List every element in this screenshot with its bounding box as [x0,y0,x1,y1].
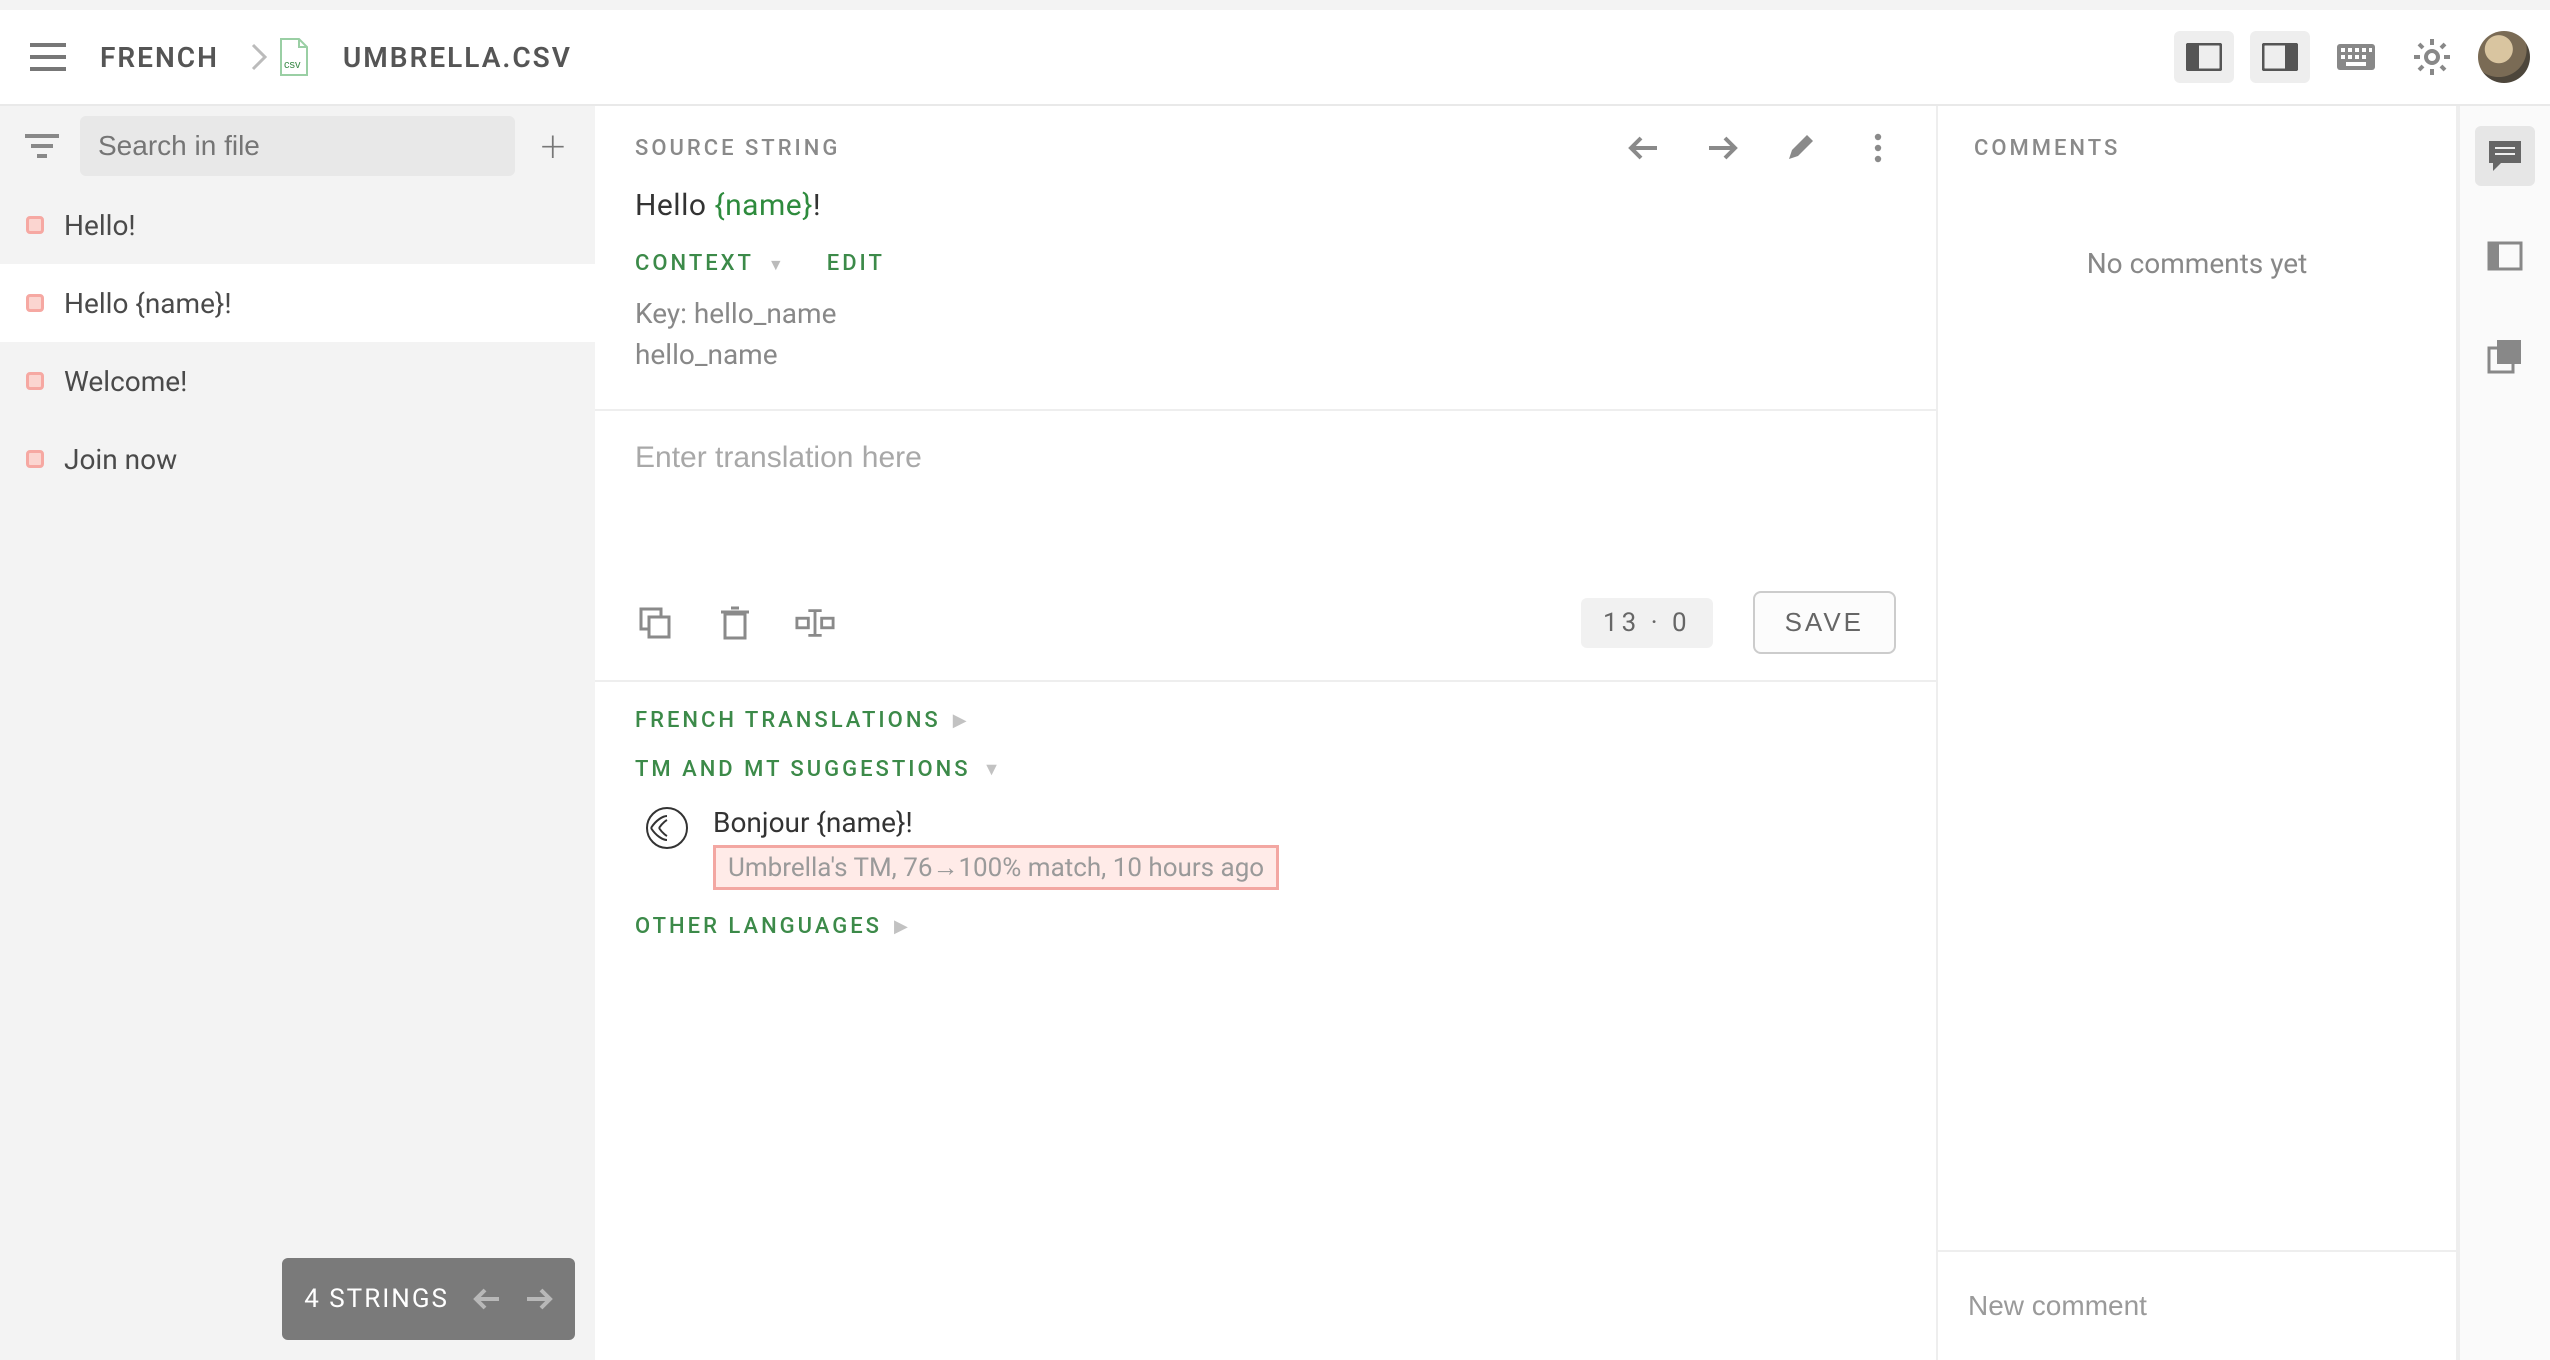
prev-string-icon[interactable] [1626,130,1662,166]
top-bar: FRENCH csv UMBRELLA.CSV [0,0,2550,106]
source-suffix: ! [813,188,821,223]
filter-icon[interactable] [20,124,64,168]
add-string-icon[interactable]: + [531,124,575,168]
hamburger-menu-icon[interactable] [20,29,76,85]
caret-down-icon: ▼ [983,759,1004,780]
breadcrumb-file[interactable]: UMBRELLA.CSV [343,41,572,74]
char-limit: 0 [1672,608,1691,638]
edit-context-link[interactable]: EDIT [827,251,885,276]
right-rail [2458,106,2550,1360]
gear-icon[interactable] [2402,31,2462,83]
other-languages-section[interactable]: OTHER LANGUAGES ▶ [635,914,1896,939]
layout-right-panel-icon[interactable] [2250,31,2310,83]
string-item-text: Join now [64,443,177,476]
sidebar-footer: 4 STRINGS [282,1258,575,1340]
source-prefix: Hello [635,188,714,223]
char-count: 13 [1603,608,1640,638]
comments-panel: COMMENTS No comments yet [1938,106,2458,1360]
string-list: Hello! Hello {name}! Welcome! Join now [0,186,595,1360]
section-label: OTHER LANGUAGES [635,914,882,939]
comments-empty-text: No comments yet [1938,177,2456,1250]
string-item-text: Hello {name}! [64,287,232,320]
string-count-label: 4 STRINGS [304,1284,449,1314]
char-sep: · [1651,608,1662,638]
tm-suggestions-section[interactable]: TM AND MT SUGGESTIONS ▼ [635,757,1896,782]
string-sidebar: + Hello! Hello {name}! Welcome! Join now… [0,106,595,1360]
search-input-wrapper[interactable] [80,116,515,176]
status-dot-icon [26,294,44,312]
string-item[interactable]: Welcome! [0,342,595,420]
context-key-line: Key: hello_name [635,294,1896,335]
char-count-badge: 13 · 0 [1581,598,1713,648]
search-input[interactable] [98,130,497,162]
french-translations-section[interactable]: FRENCH TRANSLATIONS ▶ [635,708,1896,733]
string-item-text: Welcome! [64,365,187,398]
copy-source-icon[interactable] [635,603,675,643]
trash-icon[interactable] [715,603,755,643]
caret-right-icon: ▶ [894,916,911,937]
context-value-line: hello_name [635,335,1896,376]
user-avatar[interactable] [2478,31,2530,83]
comments-heading: COMMENTS [1938,106,2456,177]
status-dot-icon [26,372,44,390]
section-label: TM AND MT SUGGESTIONS [635,757,971,782]
keyboard-icon[interactable] [2326,31,2386,83]
layout-left-panel-icon[interactable] [2174,31,2234,83]
string-item[interactable]: Join now [0,420,595,498]
new-comment-input[interactable] [1968,1290,2426,1322]
prev-page-icon[interactable] [473,1287,501,1311]
string-item[interactable]: Hello! [0,186,595,264]
breadcrumb-language[interactable]: FRENCH [100,41,219,74]
string-item[interactable]: Hello {name}! [0,264,595,342]
tm-source-icon [645,806,689,850]
source-placeholder-token: {name} [714,188,812,223]
tm-suggestion-row[interactable]: Bonjour {name}! Umbrella's TM, 76→100% m… [645,806,1896,890]
status-dot-icon [26,450,44,468]
save-button[interactable]: SAVE [1753,591,1896,654]
glossary-tab-icon[interactable] [2475,226,2535,286]
section-label: FRENCH TRANSLATIONS [635,708,941,733]
more-vert-icon[interactable] [1860,130,1896,166]
insert-placeholder-icon[interactable] [795,603,835,643]
context-toggle[interactable]: CONTEXT ▼ [635,251,787,276]
tm-tab-icon[interactable] [2475,326,2535,386]
next-string-icon[interactable] [1704,130,1740,166]
suggestion-meta: Umbrella's TM, 76→100% match, 10 hours a… [713,845,1279,890]
next-page-icon[interactable] [525,1287,553,1311]
editor-panel: SOURCE STRING Hello {name}! [595,106,1938,1360]
string-item-text: Hello! [64,209,136,242]
context-body: Key: hello_name hello_name [595,284,1936,409]
suggestion-text: Bonjour {name}! [713,806,1279,839]
source-string-text: Hello {name}! [595,182,1936,251]
comments-tab-icon[interactable] [2475,126,2535,186]
caret-right-icon: ▶ [953,710,970,731]
translation-input[interactable] [635,441,1896,475]
svg-text:csv: csv [284,59,301,71]
breadcrumb-separator-icon [251,43,269,71]
source-string-label: SOURCE STRING [635,136,840,161]
caret-down-icon: ▼ [768,255,787,274]
status-dot-icon [26,216,44,234]
csv-file-icon: csv [277,37,311,77]
context-label: CONTEXT [635,251,753,276]
edit-pencil-icon[interactable] [1782,130,1818,166]
